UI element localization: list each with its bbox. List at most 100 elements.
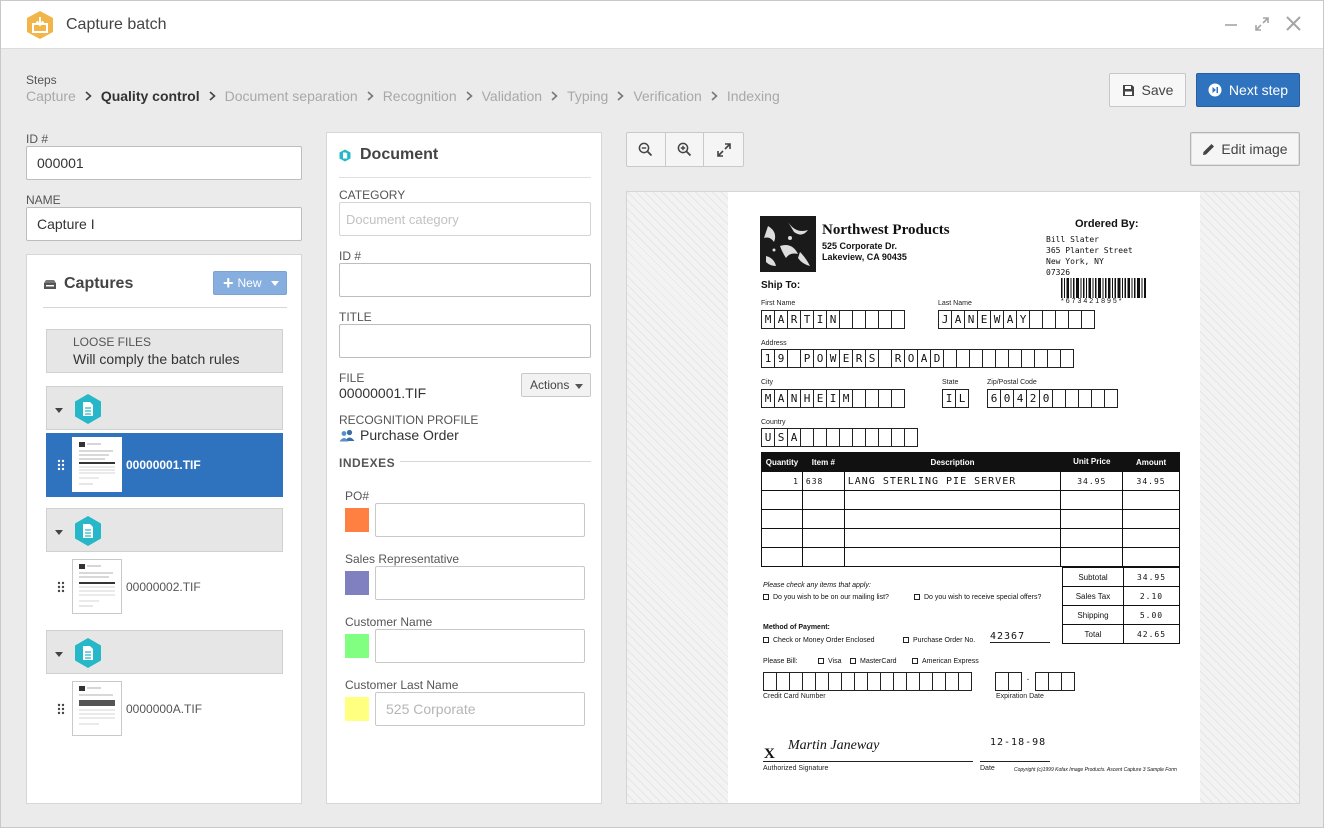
edit-image-button[interactable]: Edit image xyxy=(1190,132,1300,166)
batch-name-input[interactable]: Capture I xyxy=(26,207,302,241)
index-input-customer-last-name[interactable]: 525 Corporate xyxy=(375,692,585,726)
file-label: FILE xyxy=(339,371,365,385)
zoom-in-button[interactable] xyxy=(666,133,705,166)
form-exp-label: Expiration Date xyxy=(996,693,1044,700)
mailing-list-text: Do you wish to be on our mailing list? xyxy=(773,594,889,601)
chevron-right-icon xyxy=(85,91,92,101)
form-bill-amex: American Express xyxy=(912,658,979,665)
form-address-label: Address xyxy=(761,340,787,347)
step-typing[interactable]: Typing xyxy=(567,88,608,104)
checkbox-icon xyxy=(818,658,824,665)
document-hex-icon xyxy=(75,516,101,546)
drag-handle-icon[interactable] xyxy=(57,581,65,593)
minimize-button[interactable] xyxy=(1220,14,1242,36)
subtotal-value: 34.95 xyxy=(1123,567,1180,587)
captures-title: Captures xyxy=(64,275,134,292)
file-item[interactable]: 00000002.TIF xyxy=(46,555,283,619)
zoom-out-icon xyxy=(638,142,653,157)
chevron-right-icon xyxy=(711,91,718,101)
next-step-button[interactable]: Next step xyxy=(1196,73,1300,107)
close-icon xyxy=(1285,16,1301,31)
index-input-customer-name[interactable] xyxy=(375,629,585,663)
document-group-header[interactable] xyxy=(46,508,283,552)
step-document-separation[interactable]: Document separation xyxy=(225,88,358,104)
zoom-toolbar xyxy=(626,132,744,167)
checked-box-icon xyxy=(914,594,920,601)
index-input-sales-rep[interactable] xyxy=(375,566,585,600)
loose-files-item[interactable]: LOOSE FILES Will comply the batch rules xyxy=(46,329,283,373)
document-title-input[interactable] xyxy=(339,324,591,358)
close-button[interactable] xyxy=(1282,14,1304,36)
step-validation[interactable]: Validation xyxy=(482,88,542,104)
title-bar: Capture batch xyxy=(1,1,1323,49)
drag-handle-icon[interactable] xyxy=(57,703,65,715)
form-state-boxes: IL xyxy=(942,389,969,408)
document-group-header[interactable] xyxy=(46,386,283,430)
form-special-offers: Do you wish to receive special offers? xyxy=(914,594,1041,601)
form-copyright: Copyright (c)1999 Kofax Image Products. … xyxy=(1014,767,1177,773)
expand-icon xyxy=(1255,17,1269,31)
captures-divider xyxy=(43,307,287,308)
indexes-divider xyxy=(400,461,591,462)
form-ordered-by: Bill Slater 365 Planter Street New York,… xyxy=(1046,234,1133,278)
index-input-po[interactable] xyxy=(375,503,585,537)
cell-item: 638 xyxy=(801,471,845,491)
batch-id-input[interactable]: 000001 xyxy=(26,146,302,180)
file-thumbnail xyxy=(72,681,122,736)
amex-text: American Express xyxy=(922,658,979,665)
form-ordered-by-label: Ordered By: xyxy=(1075,218,1139,230)
pay-po-text: Purchase Order No. xyxy=(913,637,976,644)
floppy-disk-icon xyxy=(1122,84,1134,96)
drag-handle-icon[interactable] xyxy=(57,459,65,471)
form-totals-table: Subtotal 34.95 Sales Tax 2.10 Shipping 5.00… xyxy=(1062,567,1180,644)
form-city-boxes: MANHEIM xyxy=(761,389,905,408)
document-group-header[interactable] xyxy=(46,630,283,674)
image-viewer[interactable]: Northwest Products 525 Corporate Dr. Lak… xyxy=(626,191,1300,804)
save-label: Save xyxy=(1141,82,1174,98)
form-mailing-list: Do you wish to be on our mailing list? xyxy=(763,594,889,601)
caret-down-icon xyxy=(271,281,279,286)
collapse-caret-icon[interactable] xyxy=(55,408,63,413)
form-date-written: 12-18-98 xyxy=(990,737,1047,748)
file-item[interactable]: 0000000A.TIF xyxy=(46,677,283,741)
pay-check-text: Check or Money Order Enclosed xyxy=(773,637,875,644)
scanned-document: Northwest Products 525 Corporate Dr. Lak… xyxy=(728,192,1200,803)
collapse-caret-icon[interactable] xyxy=(55,530,63,535)
category-label: CATEGORY xyxy=(339,188,406,202)
form-company-address-1: 525 Corporate Dr. xyxy=(822,241,898,251)
new-capture-button[interactable]: + New xyxy=(213,271,287,295)
company-logo xyxy=(760,216,816,272)
step-indexing[interactable]: Indexing xyxy=(727,88,780,104)
table-row xyxy=(761,509,1180,529)
document-panel: Document CATEGORY Document category ID #… xyxy=(326,132,602,804)
document-hex-icon xyxy=(339,149,351,161)
table-row xyxy=(761,547,1180,567)
zoom-out-button[interactable] xyxy=(627,133,666,166)
actions-dropdown[interactable]: Actions xyxy=(521,373,591,397)
step-quality-control[interactable]: Quality control xyxy=(101,88,200,104)
step-capture[interactable]: Capture xyxy=(26,88,76,104)
maximize-button[interactable] xyxy=(1251,14,1273,36)
fit-to-screen-button[interactable] xyxy=(704,133,743,166)
save-button[interactable]: Save xyxy=(1109,73,1186,107)
cell-price: 34.95 xyxy=(1060,471,1124,491)
chevron-right-icon xyxy=(367,91,374,101)
collapse-caret-icon[interactable] xyxy=(55,652,63,657)
ordered-by-line: 365 Planter Street xyxy=(1046,246,1133,255)
step-recognition[interactable]: Recognition xyxy=(383,88,457,104)
loose-files-title: LOOSE FILES xyxy=(73,335,152,349)
table-row: 1 638 LANG STERLING PIE SERVER 34.95 34.… xyxy=(761,471,1180,491)
scanner-icon xyxy=(44,279,56,289)
form-pay-po: Purchase Order No. xyxy=(903,637,975,644)
file-name: 00000001.TIF xyxy=(126,458,201,472)
edit-image-label: Edit image xyxy=(1221,141,1288,157)
category-input[interactable]: Document category xyxy=(339,202,591,236)
purchase-order-form: Northwest Products 525 Corporate Dr. Lak… xyxy=(728,192,1200,803)
capture-app-icon xyxy=(27,11,53,39)
document-id-input[interactable] xyxy=(339,263,591,297)
step-verification[interactable]: Verification xyxy=(633,88,701,104)
file-item-selected[interactable]: 00000001.TIF xyxy=(46,433,283,497)
recognition-profile-label: RECOGNITION PROFILE xyxy=(339,413,479,427)
next-step-label: Next step xyxy=(1228,82,1289,98)
checked-box-icon xyxy=(903,637,909,644)
